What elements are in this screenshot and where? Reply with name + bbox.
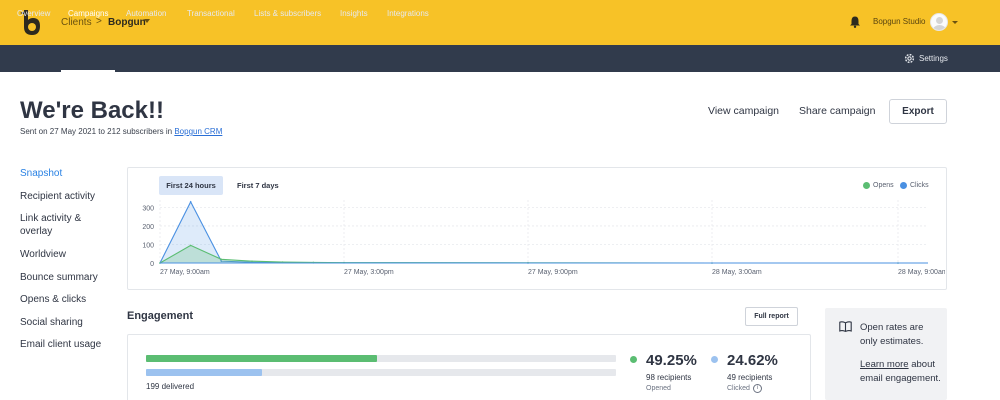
clicked-dot	[711, 356, 718, 363]
view-campaign-link[interactable]: View campaign	[708, 105, 779, 117]
y-tick-label-3: 300	[142, 205, 154, 212]
side-item-social-sharing[interactable]: Social sharing	[20, 316, 112, 329]
nav-overview[interactable]: Overview	[17, 9, 50, 18]
x-tick-label-1: 27 May, 3:00pm	[344, 269, 394, 276]
data-point-opens-3	[251, 260, 253, 262]
nav-automation[interactable]: Automation	[126, 9, 166, 18]
y-tick-label-2: 200	[142, 224, 154, 231]
full-report-button[interactable]: Full report	[745, 307, 798, 326]
clicked-bar-track	[146, 369, 616, 376]
legend-opens-dot	[863, 182, 870, 189]
avatar-head	[936, 17, 943, 24]
share-campaign-link[interactable]: Share campaign	[799, 105, 875, 117]
x-tick-label-4: 28 May, 9:00am	[898, 269, 945, 276]
breadcrumb-clients[interactable]: Clients	[61, 17, 92, 28]
campaign-subtitle: Sent on 27 May 2021 to 212 subscribers i…	[20, 127, 222, 136]
learn-more-link[interactable]: Learn more	[860, 359, 909, 370]
opened-dot	[630, 356, 637, 363]
settings-link[interactable]: Settings	[919, 54, 948, 63]
side-item-email-client-usage[interactable]: Email client usage	[20, 338, 112, 351]
data-point-opens-1	[189, 244, 192, 247]
learn-more-block: Learn more about email engagement.	[860, 358, 942, 385]
legend-clicks-dot	[900, 182, 907, 189]
book-icon	[839, 321, 852, 332]
side-item-worldview[interactable]: Worldview	[20, 248, 112, 261]
account-name[interactable]: Bopgun Studio	[873, 17, 926, 26]
opened-bar-track	[146, 355, 616, 362]
nav-active-indicator	[61, 70, 115, 72]
nav-campaigns[interactable]: Campaigns	[68, 9, 108, 18]
opened-recipients[interactable]: 98 recipients	[646, 373, 691, 382]
side-item-bounce-summary[interactable]: Bounce summary	[20, 271, 112, 284]
legend-opens-label[interactable]: Opens	[873, 182, 894, 189]
export-button[interactable]: Export	[889, 99, 947, 124]
avatar[interactable]	[930, 13, 948, 31]
series-area-clicks	[160, 201, 898, 263]
side-item-recipient-activity[interactable]: Recipient activity	[20, 190, 112, 203]
chevron-down-icon[interactable]	[144, 19, 150, 23]
open-rate-note: Open rates are only estimates.	[860, 322, 924, 347]
breadcrumb-client-name[interactable]: Bopgun	[108, 17, 146, 28]
clicked-bar-fill	[146, 369, 262, 376]
main-nav	[0, 45, 1000, 72]
clicked-label: Clicked	[727, 385, 750, 392]
opened-label: Opened	[646, 385, 671, 392]
series-area-opens	[160, 245, 898, 263]
subtitle-text: Sent on 27 May 2021 to 212 subscribers i…	[20, 127, 175, 136]
nav-integrations[interactable]: Integrations	[387, 9, 429, 18]
engagement-title: Engagement	[127, 310, 194, 322]
list-link[interactable]: Bopgun CRM	[174, 127, 222, 136]
clicked-recipients[interactable]: 49 recipients	[727, 373, 772, 382]
nav-lists-subscribers[interactable]: Lists & subscribers	[254, 9, 321, 18]
x-tick-label-2: 27 May, 9:00pm	[528, 269, 578, 276]
page-title: We're Back!!	[20, 97, 164, 124]
side-item-opens-clicks[interactable]: Opens & clicks	[20, 293, 112, 306]
nav-transactional[interactable]: Transactional	[187, 9, 235, 18]
info-icon[interactable]: i	[753, 384, 762, 393]
tab-first-7-days[interactable]: First 7 days	[229, 176, 287, 195]
activity-chart: 0 100 200 300 27 May, 9:00am 27 May, 3:00pm 27…	[142, 200, 945, 276]
account-chevron-down-icon[interactable]	[952, 21, 958, 24]
data-point-opens-2	[220, 258, 223, 261]
tab-first-24-hours[interactable]: First 24 hours	[159, 176, 223, 195]
gear-icon[interactable]	[904, 53, 915, 64]
opened-percent: 49.25%	[646, 352, 697, 369]
y-tick-label-1: 100	[142, 242, 154, 249]
clicked-percent: 24.62%	[727, 352, 778, 369]
bell-icon[interactable]	[850, 16, 860, 28]
x-tick-label-3: 28 May, 3:00am	[712, 269, 762, 276]
legend-clicks-label[interactable]: Clicks	[910, 182, 929, 189]
opened-bar-fill	[146, 355, 378, 362]
delivered-count: 199 delivered	[146, 382, 195, 391]
series-line-opens	[159, 244, 898, 264]
engagement-card	[127, 334, 811, 400]
side-item-link-activity[interactable]: Link activity & overlay	[20, 212, 112, 238]
data-point-clicks-1	[189, 201, 192, 203]
nav-insights[interactable]: Insights	[340, 9, 368, 18]
x-tick-label-0: 27 May, 9:00am	[160, 269, 210, 276]
y-tick-label-0: 0	[150, 261, 154, 268]
series-line-clicks	[159, 200, 898, 264]
side-item-snapshot[interactable]: Snapshot	[20, 167, 112, 180]
